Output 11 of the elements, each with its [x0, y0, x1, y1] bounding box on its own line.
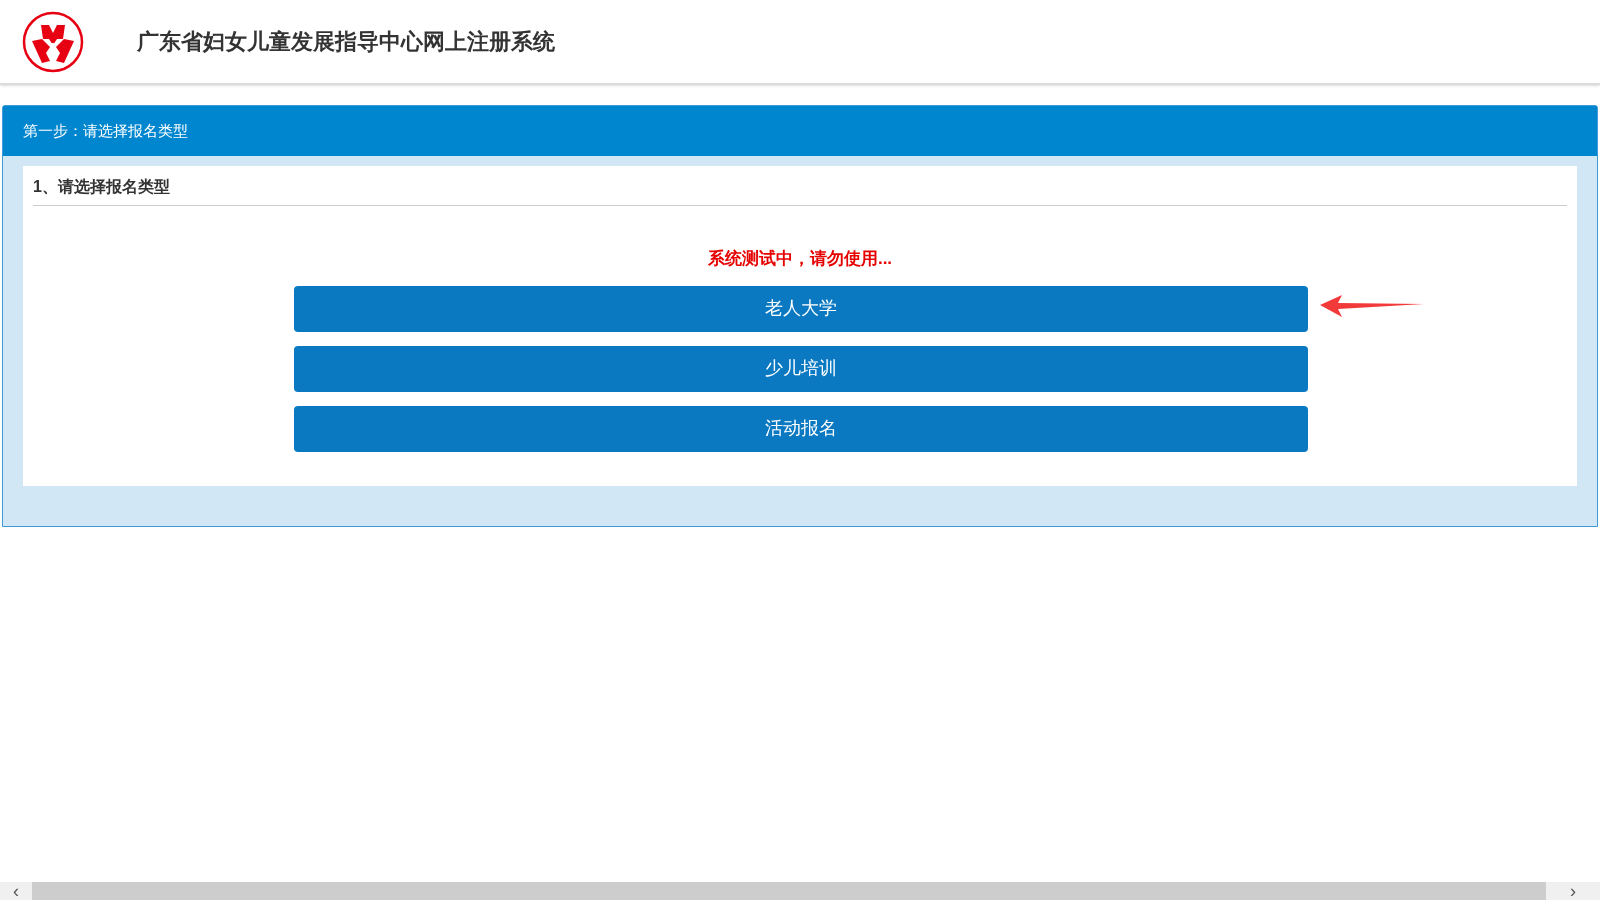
option-button[interactable]: 活动报名	[294, 405, 1308, 452]
panel-title: 第一步：请选择报名类型	[23, 120, 188, 141]
option-button[interactable]: 少儿培训	[294, 345, 1308, 392]
site-title: 广东省妇女儿童发展指导中心网上注册系统	[137, 28, 555, 56]
option-button[interactable]: 老人大学	[294, 285, 1308, 332]
scroll-right-button[interactable]: ›	[1546, 882, 1600, 900]
logo-icon	[22, 10, 84, 73]
warning-notice: 系统测试中，请勿使用...	[707, 248, 893, 270]
section-heading: 1、请选择报名类型	[33, 177, 170, 197]
scroll-left-button[interactable]: ‹	[0, 882, 32, 900]
scrollbar-thumb[interactable]	[32, 882, 1546, 900]
